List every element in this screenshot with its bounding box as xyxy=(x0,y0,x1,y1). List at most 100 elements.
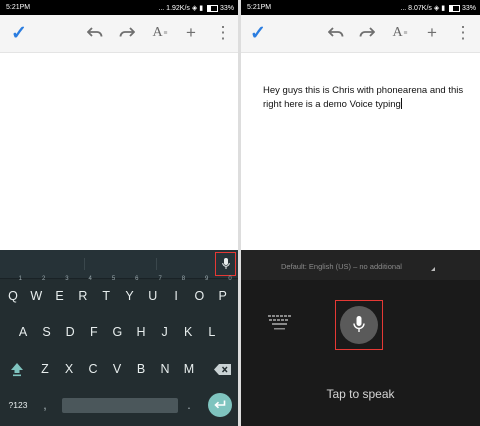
insert-plus-icon[interactable]: + xyxy=(180,22,202,44)
backspace-icon xyxy=(213,363,231,375)
key-label: Q xyxy=(8,289,18,303)
status-right: ... 8.07K/s ◈ ▮ 33% xyxy=(400,4,476,12)
screenshot-comparison: 5:21PM ... 1.92K/s ◈ ▮ 33% ✓ A ≡ + ⋮ Q 1… xyxy=(0,0,480,426)
signal-icon: ▮ xyxy=(199,5,204,12)
key-row-1: Q1W2E3R4T5Y6U7I8O9P0 xyxy=(0,276,238,309)
key[interactable]: J xyxy=(154,319,176,345)
space-bar[interactable] xyxy=(62,392,178,418)
key-label: E xyxy=(55,289,64,303)
done-check-icon[interactable]: ✓ xyxy=(8,22,30,44)
insert-plus-icon[interactable]: + xyxy=(421,22,443,44)
undo-icon[interactable] xyxy=(84,22,106,44)
done-check-icon[interactable]: ✓ xyxy=(247,22,269,44)
enter-arrow-icon xyxy=(214,400,226,409)
key-hint: 2 xyxy=(41,276,46,282)
key[interactable]: V xyxy=(106,356,128,382)
key[interactable]: T5 xyxy=(95,276,117,309)
language-selector[interactable]: Default: English (US) – no additional xyxy=(281,262,402,271)
key[interactable]: U7 xyxy=(142,276,164,309)
document-body[interactable] xyxy=(0,53,238,250)
key-hint: 8 xyxy=(181,276,186,282)
text-format-icon[interactable]: A ≡ xyxy=(389,22,411,44)
key[interactable]: I8 xyxy=(165,276,187,309)
key[interactable]: D xyxy=(59,319,81,345)
status-time: 5:21PM xyxy=(247,4,272,11)
enter-key[interactable] xyxy=(207,392,233,418)
undo-icon[interactable] xyxy=(325,22,347,44)
key-hint: 3 xyxy=(65,276,69,282)
shift-arrow-icon xyxy=(11,363,23,377)
key[interactable]: C xyxy=(82,356,104,382)
wifi-icon: ◈ xyxy=(433,5,440,12)
keyboard-switch-icon[interactable] xyxy=(267,313,293,331)
document-body[interactable]: Hey guys this is Chris with phonearena a… xyxy=(241,53,480,250)
battery-icon xyxy=(449,4,461,12)
status-dots: ... xyxy=(158,5,165,12)
battery-icon xyxy=(207,4,219,12)
key[interactable]: R4 xyxy=(72,276,94,309)
key[interactable]: P0 xyxy=(212,276,234,309)
speak-mic-circle xyxy=(340,306,378,344)
key[interactable]: Y6 xyxy=(119,276,141,309)
voice-input-mic-button[interactable] xyxy=(215,252,236,276)
key-hint: 0 xyxy=(228,276,232,282)
key[interactable]: W2 xyxy=(25,276,47,309)
editor-toolbar: ✓ A ≡ + ⋮ xyxy=(0,15,238,53)
key[interactable]: L xyxy=(201,319,223,345)
text-cursor xyxy=(400,98,402,109)
network-speed: 1.92K/s xyxy=(166,5,190,12)
key[interactable]: A xyxy=(12,319,34,345)
key[interactable]: M xyxy=(178,356,200,382)
more-vert-icon[interactable]: ⋮ xyxy=(212,22,234,44)
document-text-content: Hey guys this is Chris with phonearena a… xyxy=(263,85,464,110)
key[interactable]: Q1 xyxy=(2,276,24,309)
redo-icon[interactable] xyxy=(116,22,138,44)
shift-key[interactable] xyxy=(4,356,30,382)
left-panel: 5:21PM ... 1.92K/s ◈ ▮ 33% ✓ A ≡ + ⋮ Q 1… xyxy=(0,0,238,426)
key[interactable]: B xyxy=(130,356,152,382)
key[interactable]: E3 xyxy=(49,276,71,309)
symbols-key[interactable]: ?123 xyxy=(2,392,34,418)
voice-typing-panel: Default: English (US) – no additional Ta… xyxy=(241,250,480,426)
status-right: ... 1.92K/s ◈ ▮ 33% xyxy=(158,4,234,12)
battery-level: 33% xyxy=(219,5,234,12)
voice-header: Default: English (US) – no additional xyxy=(241,250,480,280)
key-hint: 9 xyxy=(205,276,209,282)
key-row-3: ZXCVBNM xyxy=(0,356,238,382)
enter-key-circle xyxy=(208,393,232,417)
right-panel: 5:21PM ... 8.07K/s ◈ ▮ 33% ✓ A ≡ + ⋮ Hey … xyxy=(241,0,480,426)
network-speed: 8.07K/s xyxy=(408,5,432,12)
key[interactable]: G xyxy=(106,319,128,345)
key-hint: 1 xyxy=(18,276,22,282)
battery-level: 33% xyxy=(461,5,476,12)
key-label: T xyxy=(102,289,110,303)
space-bar-surface xyxy=(62,397,178,413)
mic-icon xyxy=(221,258,230,269)
key[interactable]: Z xyxy=(34,356,56,382)
wifi-icon: ◈ xyxy=(191,5,198,12)
key-label: R xyxy=(78,289,88,303)
key[interactable]: N xyxy=(154,356,176,382)
key-hint: 5 xyxy=(111,276,116,282)
redo-icon[interactable] xyxy=(356,22,378,44)
signal-icon: ▮ xyxy=(441,5,446,12)
backspace-key[interactable] xyxy=(208,356,236,382)
key[interactable]: K xyxy=(177,319,199,345)
suggestion-divider xyxy=(156,258,157,270)
status-dots: ... xyxy=(400,5,407,12)
document-text[interactable]: Hey guys this is Chris with phonearena a… xyxy=(263,84,473,112)
key[interactable]: H xyxy=(130,319,152,345)
key[interactable]: F xyxy=(83,319,105,345)
more-vert-icon[interactable]: ⋮ xyxy=(452,22,474,44)
status-bar: 5:21PM ... 1.92K/s ◈ ▮ 33% xyxy=(0,0,238,15)
dropdown-corner-icon xyxy=(431,267,435,271)
key[interactable]: X xyxy=(58,356,80,382)
period-key[interactable]: . xyxy=(180,392,198,418)
key-row-4: ?123 , . xyxy=(0,392,238,418)
key[interactable]: O9 xyxy=(188,276,210,309)
text-format-icon[interactable]: A ≡ xyxy=(149,22,171,44)
key-label: O xyxy=(194,289,205,303)
key[interactable]: S xyxy=(36,319,58,345)
comma-key[interactable]: , xyxy=(36,392,54,418)
speak-mic-button[interactable] xyxy=(335,300,383,350)
